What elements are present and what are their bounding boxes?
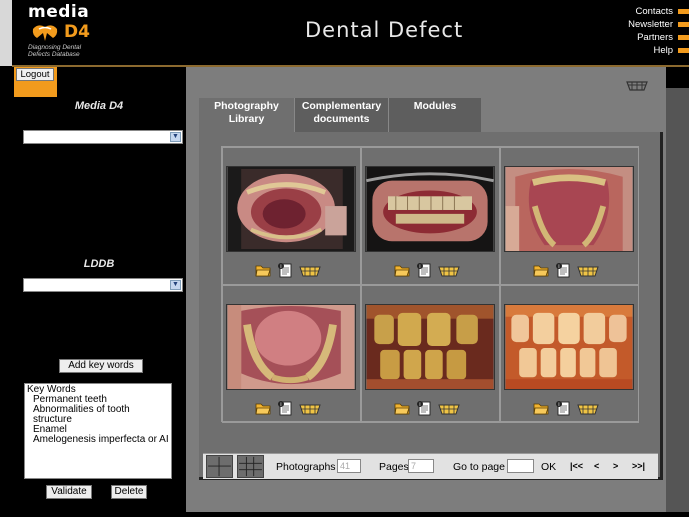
photo-cell: i xyxy=(222,147,361,285)
document-info-icon[interactable]: i xyxy=(277,400,293,416)
ok-button[interactable]: OK xyxy=(541,461,556,473)
pager-bar: Photographs 41 Pages 7 Go to page OK |<<… xyxy=(203,453,658,479)
svg-text:i: i xyxy=(419,402,420,408)
dental-photo-front-teeth-yellow xyxy=(366,305,494,389)
previous-page-button[interactable]: < xyxy=(594,461,599,471)
link-marker-icon xyxy=(678,9,689,14)
dental-photo-retractor-smile xyxy=(366,167,494,251)
tab-complementary-documents[interactable]: Complementary documents xyxy=(294,98,388,132)
photo-5[interactable] xyxy=(365,304,495,390)
add-key-words-button[interactable]: Add key words xyxy=(59,359,143,373)
photo-3[interactable] xyxy=(504,166,634,252)
dental-photo-front-teeth-orange xyxy=(505,305,633,389)
folder-icon[interactable] xyxy=(533,400,549,416)
document-info-icon[interactable]: i xyxy=(555,262,571,278)
folder-icon[interactable] xyxy=(394,400,410,416)
delete-button[interactable]: Delete xyxy=(111,485,147,499)
basket-icon[interactable] xyxy=(438,400,460,416)
folder-icon[interactable] xyxy=(255,400,271,416)
tab-photography-library[interactable]: Photography Library xyxy=(199,98,294,132)
media-d4-label: Media D4 xyxy=(74,100,124,112)
page-edge xyxy=(0,0,12,66)
app-title: Dental Defect xyxy=(305,18,464,42)
validate-button[interactable]: Validate xyxy=(46,485,92,499)
basket-icon[interactable] xyxy=(299,400,321,416)
svg-text:i: i xyxy=(280,264,281,270)
photo-cell: i xyxy=(222,285,361,423)
photographs-label: Photographs xyxy=(276,461,336,473)
basket-icon[interactable] xyxy=(577,262,599,278)
folder-icon[interactable] xyxy=(394,262,410,278)
top-links: Contacts Newsletter Partners Help xyxy=(589,5,689,57)
partners-link[interactable]: Partners xyxy=(589,31,689,44)
dental-photo-lower-arch-tongue xyxy=(227,305,355,389)
keywords-list[interactable]: Key Words Permanent teeth Abnormalities … xyxy=(24,383,172,479)
help-link[interactable]: Help xyxy=(589,44,689,57)
document-info-icon[interactable]: i xyxy=(277,262,293,278)
document-info-icon[interactable]: i xyxy=(416,262,432,278)
pages-label: Pages xyxy=(379,461,409,473)
next-page-button[interactable]: > xyxy=(613,461,618,471)
document-info-icon[interactable]: i xyxy=(555,400,571,416)
logo-subtitle: Diagnosing Dental Defects Database xyxy=(28,44,82,58)
media-d4-select[interactable]: ▼ xyxy=(23,130,183,144)
svg-text:i: i xyxy=(558,402,559,408)
keyword-item[interactable]: Amelogenesis imperfecta or AI xyxy=(27,435,169,445)
go-to-page-input[interactable] xyxy=(507,459,534,473)
chevron-down-icon[interactable]: ▼ xyxy=(170,280,181,290)
basket-icon[interactable] xyxy=(299,262,321,278)
photo-cell: i xyxy=(500,285,639,423)
svg-text:i: i xyxy=(558,264,559,270)
dental-photo-upper-arch xyxy=(505,167,633,251)
chevron-down-icon[interactable]: ▼ xyxy=(170,132,181,142)
folder-icon[interactable] xyxy=(533,262,549,278)
newsletter-link[interactable]: Newsletter xyxy=(589,18,689,31)
photo-grid: i i i i i i xyxy=(221,146,639,423)
link-marker-icon xyxy=(678,35,689,40)
tab-modules[interactable]: Modules xyxy=(388,98,481,132)
tooth-emblem-icon xyxy=(32,25,58,41)
photo-2[interactable] xyxy=(365,166,495,252)
keyword-item[interactable]: Abnormalities of tooth structure xyxy=(27,405,169,425)
grid-3x3-icon xyxy=(239,456,262,477)
dental-photo-palate-open-mouth xyxy=(227,167,355,251)
right-edge xyxy=(666,88,689,512)
lddb-select[interactable]: ▼ xyxy=(23,278,183,292)
basket-icon[interactable] xyxy=(577,400,599,416)
media-d4-logo[interactable]: media D4 Diagnosing Dental Defects Datab… xyxy=(22,2,112,62)
logo-d4-text: D4 xyxy=(64,22,90,42)
basket-icon[interactable] xyxy=(626,80,648,92)
photo-cell: i xyxy=(361,147,500,285)
go-to-page-label: Go to page xyxy=(453,461,505,473)
photo-1[interactable] xyxy=(226,166,356,252)
logout-button[interactable]: Logout xyxy=(14,67,57,97)
first-page-button[interactable]: |<< xyxy=(570,461,583,471)
photo-4[interactable] xyxy=(226,304,356,390)
lddb-label: LDDB xyxy=(83,258,115,270)
last-page-button[interactable]: >>| xyxy=(632,461,645,471)
logo-media-text: media xyxy=(28,2,90,22)
svg-text:i: i xyxy=(280,402,281,408)
grid-3x3-view-button[interactable] xyxy=(237,455,264,478)
header: media D4 Diagnosing Dental Defects Datab… xyxy=(0,0,689,67)
document-info-icon[interactable]: i xyxy=(416,400,432,416)
photographs-count: 41 xyxy=(337,459,361,473)
photo-cell: i xyxy=(361,285,500,423)
svg-text:i: i xyxy=(419,264,420,270)
link-marker-icon xyxy=(678,48,689,53)
contacts-link[interactable]: Contacts xyxy=(589,5,689,18)
photo-6[interactable] xyxy=(504,304,634,390)
grid-2x2-icon xyxy=(208,456,231,477)
basket-icon[interactable] xyxy=(438,262,460,278)
sidebar: Logout Media D4 ▼ LDDB ▼ Add key words K… xyxy=(12,67,186,512)
link-marker-icon xyxy=(678,22,689,27)
grid-2x2-view-button[interactable] xyxy=(206,455,233,478)
pages-count: 7 xyxy=(408,459,434,473)
photo-cell: i xyxy=(500,147,639,285)
folder-icon[interactable] xyxy=(255,262,271,278)
